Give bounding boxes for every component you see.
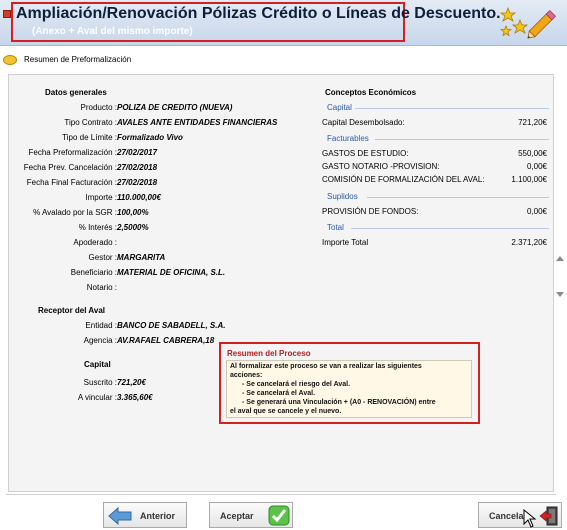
- facturables-group-divider: [375, 139, 549, 140]
- comision-formalizacion-label: COMISIÓN DE FORMALIZACIÓN DEL AVAL:: [322, 175, 485, 184]
- apoderado-label: Apoderado :: [73, 238, 117, 247]
- fecha-preformalizacion-label: Fecha Preformalización :: [28, 148, 117, 157]
- exit-door-icon: [539, 506, 558, 526]
- tipo-contrato-value: AVALES ANTE ENTIDADES FINANCIERAS: [117, 118, 278, 127]
- tipo-limite-label: Tipo de Límite :: [62, 133, 117, 142]
- tipo-contrato-label: Tipo Contrato :: [64, 118, 117, 127]
- resumen-proceso-title: Resumen del Proceso: [227, 349, 311, 358]
- capital-group-label: Capital: [327, 103, 352, 112]
- resumen-line: - Se cancelará el riesgo del Aval.: [242, 381, 351, 388]
- importe-label: Importe :: [85, 193, 117, 202]
- cancelar-button[interactable]: Cancela: [478, 502, 562, 528]
- cancelar-label: Cancela: [489, 511, 524, 521]
- notario-label: Notario :: [86, 283, 117, 292]
- comision-formalizacion-value: 1.100,00€: [511, 175, 547, 184]
- avalado-sgr-label: % Avalado por la SGR :: [33, 208, 117, 217]
- tab-label: Resumen de Preformalización: [24, 55, 132, 64]
- resumen-proceso-box: Resumen del Proceso Al formalizar este p…: [219, 342, 480, 424]
- a-vincular-label: A vincular :: [77, 393, 117, 402]
- tipo-limite-value: Formalizado Vivo: [117, 133, 183, 142]
- resumen-line: - Se cancelará el Aval.: [242, 390, 316, 397]
- window-title: Ampliación/Renovación Pólizas Crédito o …: [16, 5, 501, 22]
- gastos-estudio-label: GASTOS DE ESTUDIO:: [322, 149, 409, 158]
- anterior-label: Anterior: [140, 511, 176, 521]
- aceptar-label: Aceptar: [220, 511, 254, 521]
- summary-panel: Datos generales Producto : POLIZA DE CRE…: [8, 74, 554, 492]
- fecha-final-facturacion-label: Fecha Final Facturación :: [26, 178, 117, 187]
- gastos-estudio-value: 550,00€: [518, 149, 547, 158]
- importe-total-value: 2.371,20€: [511, 238, 547, 247]
- scroll-down-icon[interactable]: [556, 292, 564, 297]
- fecha-preformalizacion-value: 27/02/2017: [117, 148, 158, 157]
- anterior-button[interactable]: Anterior: [103, 502, 187, 528]
- suplidos-group-divider: [367, 197, 549, 198]
- resumen-line: - Se generará una Vinculación + (A0 - RE…: [242, 399, 436, 406]
- receptor-aval-title: Receptor del Aval: [38, 306, 105, 315]
- capital-desembolsado-label: Capital Desembolsado:: [322, 118, 405, 127]
- scroll-up-icon[interactable]: [556, 256, 564, 261]
- window-subtitle: (Anexo + Aval del mismo importe): [32, 26, 193, 37]
- gasto-notario-value: 0,00€: [526, 162, 547, 171]
- importe-total-label: Importe Total: [322, 238, 369, 247]
- gestor-value: MARGARITA: [117, 253, 166, 262]
- producto-label: Producto :: [80, 103, 117, 112]
- beneficiario-value: MATERIAL DE OFICINA, S.L.: [117, 268, 226, 277]
- suplidos-group-label: Suplidos: [327, 192, 358, 201]
- entidad-value: BANCO DE SABADELL, S.A.: [117, 321, 226, 330]
- capital-title: Capital: [84, 360, 111, 369]
- tab-resumen-preformalizacion[interactable]: Resumen de Preformalización: [0, 52, 300, 70]
- interes-label: % Interés :: [78, 223, 117, 232]
- aceptar-button[interactable]: Aceptar: [209, 502, 293, 528]
- fecha-prev-cancelacion-value: 27/02/2018: [117, 163, 158, 172]
- gestor-label: Gestor :: [88, 253, 117, 262]
- producto-value: POLIZA DE CREDITO (NUEVA): [117, 103, 233, 112]
- suscrito-value: 721,20€: [117, 378, 146, 387]
- resumen-proceso-body: Al formalizar este proceso se van a real…: [226, 360, 472, 418]
- system-menu-icon[interactable]: [3, 10, 11, 18]
- fecha-prev-cancelacion-label: Fecha Prev. Cancelación :: [23, 163, 117, 172]
- panel-scrollbar[interactable]: [556, 256, 564, 298]
- suscrito-label: Suscrito :: [83, 378, 117, 387]
- avalado-sgr-value: 100,00%: [117, 208, 149, 217]
- capital-desembolsado-value: 721,20€: [518, 118, 547, 127]
- provision-fondos-label: PROVISIÓN DE FONDOS:: [322, 207, 419, 216]
- agencia-value: AV.RAFAEL CABRERA,18: [117, 336, 215, 345]
- resumen-line: el aval que se cancele y el nuevo.: [230, 408, 342, 415]
- conceptos-economicos-title: Conceptos Económicos: [325, 88, 417, 97]
- stars-pencil-icon: [499, 6, 557, 39]
- checkmark-icon: [268, 505, 290, 526]
- facturables-group-label: Facturables: [327, 134, 369, 143]
- gasto-notario-label: GASTO NOTARIO -PROVISION:: [322, 162, 440, 171]
- footer-divider: [6, 494, 556, 495]
- entidad-label: Entidad :: [85, 321, 117, 330]
- fecha-final-facturacion-value: 27/02/2018: [117, 178, 158, 187]
- a-vincular-value: 3.365,60€: [117, 393, 153, 402]
- interes-value: 2,5000%: [117, 223, 149, 232]
- capital-group-divider: [355, 108, 549, 109]
- speech-bubble-icon: [3, 55, 17, 65]
- datos-generales-title: Datos generales: [45, 88, 107, 97]
- total-group-divider: [351, 228, 549, 229]
- resumen-line: Al formalizar este proceso se van a real…: [230, 363, 422, 370]
- window-header: Ampliación/Renovación Pólizas Crédito o …: [0, 0, 567, 46]
- mouse-cursor-icon: [523, 509, 537, 528]
- arrow-left-icon: [108, 507, 132, 525]
- provision-fondos-value: 0,00€: [526, 207, 547, 216]
- total-group-label: Total: [327, 223, 344, 232]
- importe-value: 110.000,00€: [117, 193, 161, 202]
- resumen-line: acciones:: [230, 372, 263, 379]
- beneficiario-label: Beneficiario :: [70, 268, 117, 277]
- agencia-label: Agencia :: [83, 336, 117, 345]
